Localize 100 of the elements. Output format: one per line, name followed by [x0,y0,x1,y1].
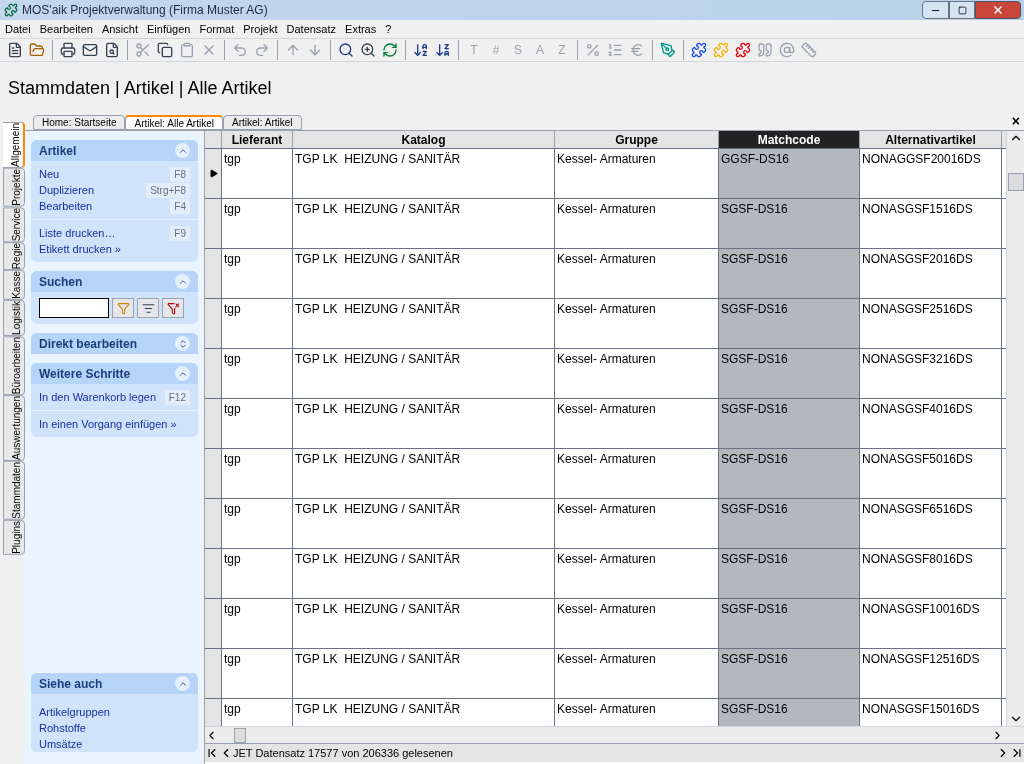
row-header[interactable] [205,149,222,198]
scroll-thumb[interactable] [234,727,246,743]
vertical-scrollbar[interactable] [1006,131,1024,726]
table-cell: SGSF-DS16 [719,449,860,498]
side-tab[interactable]: Stammdaten [3,461,25,520]
side-tab[interactable]: Kasse [3,270,25,300]
filter-list-icon[interactable] [137,298,159,318]
column-header[interactable]: Katalog [293,131,555,148]
table-cell: NONASGSF1516DS [860,199,1002,248]
menu-item[interactable]: Bearbeiten [36,20,96,38]
collapse-icon[interactable] [175,143,190,158]
horizontal-scrollbar[interactable] [205,726,1024,743]
side-tab[interactable]: Logistik [3,299,25,336]
table-cell: TGP LK HEIZUNG / SANITÄR [293,449,555,498]
side-tab[interactable]: Projekte [3,167,25,207]
panel-header[interactable]: Artikel [31,140,198,161]
panel-header[interactable]: Direkt bearbeiten [31,333,198,354]
table-cell: TGP LK HEIZUNG / SANITÄR [293,649,555,698]
panel-title: Weitere Schritte [39,365,131,383]
table-cell: NONASGSF2516DS [860,299,1002,348]
scroll-thumb[interactable] [1007,173,1024,191]
column-header[interactable]: Alternativartikel [860,131,1002,148]
document-tab[interactable]: Artikel: Artikel [222,115,302,130]
panel-title: Artikel [39,142,77,160]
panel-link[interactable]: In den Warenkorb legen [39,388,156,406]
table-cell: SGSF-DS16 [719,699,860,726]
table-cell: SGSF-DS16 [719,249,860,298]
panel-link[interactable]: Rohstoffe [39,722,86,734]
document-tab[interactable]: Home: Startseite [33,115,126,130]
table-cell: NONASGSF4016DS [860,399,1002,448]
panel-link[interactable]: Liste drucken… [39,224,116,242]
panel-link[interactable]: Bearbeiten [39,197,93,215]
menu-item[interactable]: Extras [342,20,380,38]
last-record-icon[interactable] [1010,746,1024,760]
minimize-button[interactable] [922,1,949,19]
restore-icon [957,5,967,15]
expand-icon[interactable] [175,336,190,351]
table-cell: GGSF-DS16 [719,149,860,198]
status-text: JET Datensatz 17577 von 206336 gelesenen [233,745,454,761]
search-field[interactable] [39,298,109,318]
table-cell: NONASGSF6516DS [860,499,1002,548]
table-cell: SGSF-DS16 [719,299,860,348]
panel-title: Direkt bearbeiten [39,335,138,353]
menu-item[interactable]: Datei [2,20,34,38]
close-icon [992,4,1004,16]
side-tab[interactable]: Regie [3,241,25,271]
collapse-icon[interactable] [175,676,190,691]
table-cell: tgp [222,449,293,498]
table-cell: TGP LK HEIZUNG / SANITÄR [293,299,555,348]
menu-item[interactable]: Projekt [240,20,281,38]
shortcut-label: F8 [170,166,190,182]
panel-header[interactable]: Siehe auch [31,673,198,694]
menu-item[interactable]: Datensatz [283,20,340,38]
table-cell: tgp [222,199,293,248]
column-header[interactable]: Lieferant [222,131,293,148]
panel-link[interactable]: In einen Vorgang einfügen » [39,415,177,433]
menu-item[interactable]: Format [196,20,238,38]
shortcut-label: Strg+F8 [146,182,190,198]
collapse-icon[interactable] [175,366,190,381]
clear-filter-icon[interactable] [162,298,184,318]
shortcut-label: F12 [164,389,190,405]
panel-header[interactable]: Weitere Schritte [31,363,198,384]
menu-item[interactable]: Ansicht [98,20,141,38]
panel-header[interactable]: Suchen [31,271,198,292]
side-tab[interactable]: Büroarbeiten [3,335,25,396]
shortcut-label: F9 [170,225,190,241]
panel-link[interactable]: Duplizieren [39,181,95,199]
panel-link[interactable]: Umsätze [39,738,83,750]
current-row-icon [208,169,218,178]
table-cell: tgp [222,649,293,698]
side-tab[interactable]: Service [3,206,25,242]
close-tab-button[interactable]: × [1011,114,1020,128]
table-cell: TGP LK HEIZUNG / SANITÄR [293,199,555,248]
side-tab[interactable]: Auswertungen [3,395,25,461]
side-tab[interactable]: Allgemein [3,122,25,168]
table-cell: NONASGSF12516DS [860,649,1002,698]
side-tab[interactable]: Plugins [3,519,25,555]
filter-icon[interactable] [112,298,134,318]
table-cell: tgp [222,299,293,348]
panel-link[interactable]: Neu [39,165,60,183]
restore-button[interactable] [949,1,975,19]
close-button[interactable] [975,1,1021,19]
document-tab[interactable]: Artikel: Alle Artikel [125,115,223,130]
table-cell: NONASGSF10016DS [860,599,1002,648]
menu-item[interactable]: Einfügen [144,20,194,38]
table-cell: tgp [222,499,293,548]
panel-title: Siehe auch [39,675,103,693]
first-record-icon[interactable] [205,746,219,760]
table-cell: NONAGGSF20016DS [860,149,1002,198]
table-cell: tgp [222,599,293,648]
menu-item[interactable]: ? [382,20,395,38]
table-cell: NONASGSF5016DS [860,449,1002,498]
collapse-icon[interactable] [175,274,190,289]
table-cell: tgp [222,349,293,398]
panel-link[interactable]: Artikelgruppen [39,706,110,718]
table-cell: TGP LK HEIZUNG / SANITÄR [293,349,555,398]
panel-link[interactable]: Etikett drucken » [39,240,121,258]
table-cell: NONASGSF8016DS [860,549,1002,598]
column-header[interactable]: Matchcode [719,131,860,148]
table-cell: TGP LK HEIZUNG / SANITÄR [293,149,555,198]
